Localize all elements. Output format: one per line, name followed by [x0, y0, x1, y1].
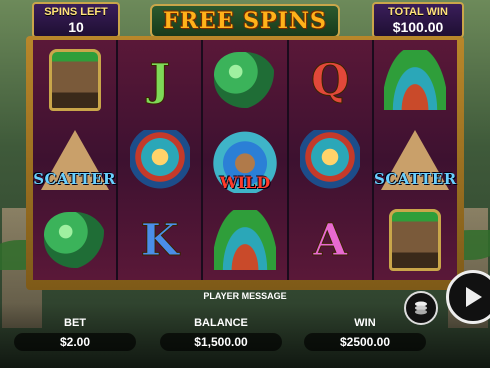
spins-left-value: 10 — [68, 19, 84, 35]
reel-cell: Q — [289, 40, 372, 120]
mask-symbol-icon — [129, 130, 190, 190]
bet-label: BET — [64, 317, 86, 329]
reel-cell: SCATTER — [374, 120, 457, 200]
reel-5: SCATTER — [373, 40, 457, 280]
reel-cell: J — [118, 40, 201, 120]
headdress-symbol-icon — [384, 50, 447, 110]
coin-stack-button[interactable] — [404, 291, 438, 325]
warrior-symbol-icon — [389, 209, 442, 271]
reel-cell — [33, 40, 116, 120]
reel-cell: A — [289, 200, 372, 280]
reel-4: QA — [288, 40, 372, 280]
scatter-label: SCATTER — [374, 170, 457, 188]
reel-cell — [203, 200, 286, 280]
reel-cell: SCATTER — [33, 120, 116, 200]
play-icon — [466, 287, 482, 307]
serpent-symbol-icon — [213, 52, 276, 108]
mask-symbol-icon — [300, 130, 361, 190]
bet-panel[interactable]: BET $2.00 — [14, 317, 136, 351]
reel-cell — [203, 40, 286, 120]
symbol-a: A — [313, 214, 348, 266]
reel-1: SCATTER — [33, 40, 117, 280]
total-win-value: $100.00 — [392, 19, 444, 35]
warrior-symbol-icon — [48, 49, 101, 111]
win-value: $2500.00 — [304, 333, 426, 351]
coins-icon — [415, 301, 427, 315]
bet-value: $2.00 — [14, 333, 136, 351]
reel-cell: K — [118, 200, 201, 280]
serpent-symbol-icon — [43, 212, 106, 268]
win-panel: WIN $2500.00 — [304, 317, 426, 351]
symbol-j: J — [149, 54, 171, 106]
reel-cell — [374, 200, 457, 280]
balance-panel: BALANCE $1,500.00 — [160, 317, 282, 351]
game-title: FREE SPINS — [163, 8, 327, 34]
reel-2: JK — [118, 40, 202, 280]
reel-3: WILD — [203, 40, 287, 280]
reel-cell — [289, 120, 372, 200]
total-win-label: TOTAL WIN — [388, 6, 448, 18]
reel-grid: SCATTER J K WILD Q A SCATTER — [33, 40, 457, 280]
reel-cell — [374, 40, 457, 120]
reel-cell — [118, 120, 201, 200]
spins-left-panel: SPINS LEFT 10 — [32, 2, 120, 38]
scatter-label: SCATTER — [33, 170, 116, 188]
reel-cell — [33, 200, 116, 280]
spins-left-label: SPINS LEFT — [44, 6, 108, 18]
balance-label: BALANCE — [194, 317, 248, 329]
headdress-symbol-icon — [213, 210, 276, 270]
balance-value: $1,500.00 — [160, 333, 282, 351]
total-win-panel: TOTAL WIN $100.00 — [372, 2, 464, 38]
symbol-q: Q — [311, 54, 350, 106]
free-spins-banner: FREE SPINS — [150, 4, 340, 38]
symbol-k: K — [140, 214, 179, 266]
wild-label: WILD — [219, 173, 271, 192]
reel-cell: WILD — [203, 120, 286, 200]
